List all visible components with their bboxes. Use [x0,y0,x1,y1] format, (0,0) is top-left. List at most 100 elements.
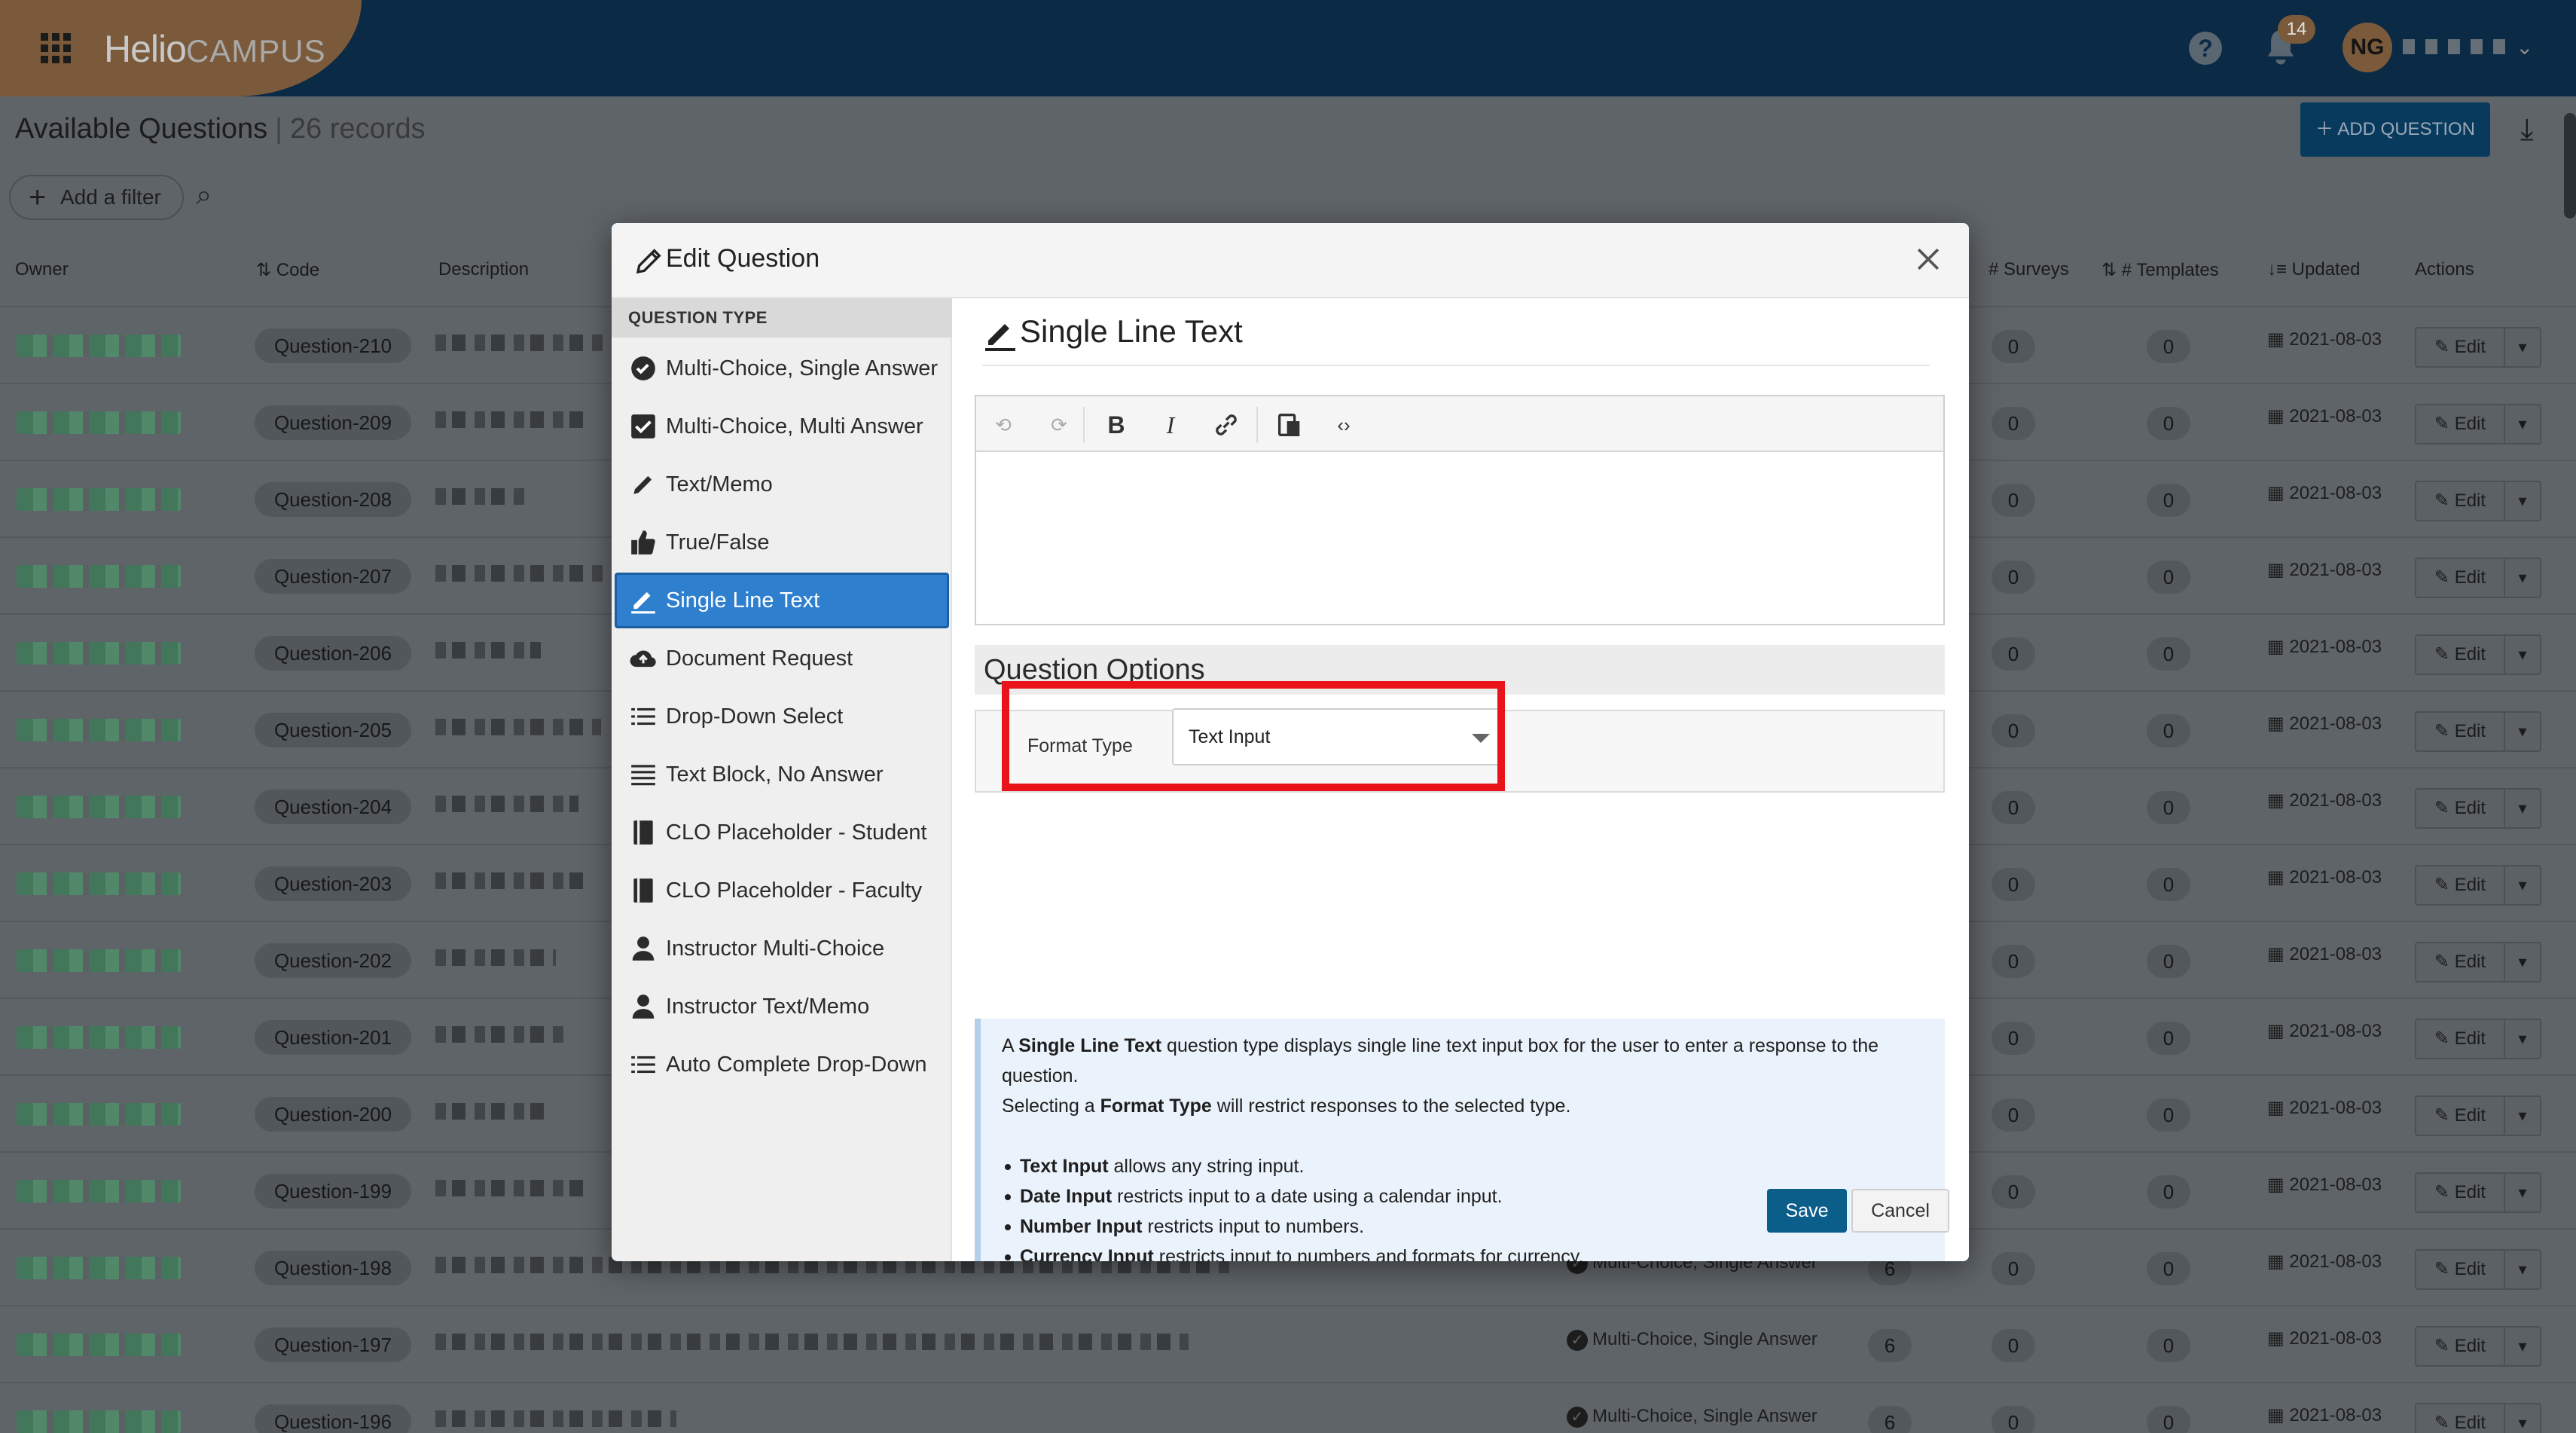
book-icon [633,878,653,903]
caret-down-icon[interactable]: ▾ [2505,1019,2541,1059]
caret-down-icon[interactable]: ▾ [2505,558,2541,598]
question-code[interactable]: Question-196 [255,1404,411,1433]
question-code[interactable]: Question-199 [255,1174,411,1208]
question-type-cell: ✓ Multi-Choice, Single Answer [1567,1329,1818,1351]
edit-button[interactable]: ✎ Edit [2415,865,2505,906]
close-icon[interactable] [1912,243,1945,276]
question-code[interactable]: Question-209 [255,405,411,440]
bold-icon[interactable]: B [1101,410,1131,440]
edit-button[interactable]: ✎ Edit [2415,1172,2505,1213]
edit-button[interactable]: ✎ Edit [2415,558,2505,598]
add-filter-button[interactable]: + Add a filter [9,175,184,220]
chevron-down-icon[interactable]: ⌄ [2516,35,2533,60]
undo-icon[interactable]: ⟲ [988,410,1018,440]
column-header-code[interactable]: ⇅ Code [256,259,319,281]
caret-down-icon[interactable]: ▾ [2505,942,2541,982]
question-type-item[interactable]: Document Request [615,631,949,686]
pencil-icon: ✎ [2434,952,2455,972]
question-code[interactable]: Question-204 [255,790,411,824]
cancel-button[interactable]: Cancel [1851,1189,1949,1233]
question-type-cell: ✓ Multi-Choice, Single Answer [1567,1406,1818,1428]
question-type-item[interactable]: Single Line Text [615,573,949,628]
question-type-item[interactable]: Multi-Choice, Single Answer [615,341,949,396]
brand-logo[interactable]: HelioCAMPUS [104,27,326,71]
caret-down-icon[interactable]: ▾ [2505,1172,2541,1213]
question-code[interactable]: Question-203 [255,866,411,901]
caret-down-icon[interactable]: ▾ [2505,404,2541,445]
question-type-item[interactable]: Instructor Multi-Choice [615,921,949,976]
column-header-description[interactable]: Description [438,259,529,280]
edit-button[interactable]: ✎ Edit [2415,1326,2505,1367]
user-name-redacted[interactable] [2403,39,2508,54]
surveys-count: 0 [1992,1252,2035,1285]
edit-button[interactable]: ✎ Edit [2415,634,2505,675]
question-type-item[interactable]: Auto Complete Drop-Down [615,1037,949,1092]
edit-button[interactable]: ✎ Edit [2415,481,2505,521]
edit-button[interactable]: ✎ Edit [2415,327,2505,368]
redo-icon[interactable]: ⟳ [1044,410,1074,440]
apps-grid-icon[interactable] [41,33,71,63]
column-header-owner[interactable]: Owner [15,259,69,280]
question-code[interactable]: Question-208 [255,482,411,517]
paste-icon[interactable] [1274,410,1305,440]
caret-down-icon[interactable]: ▾ [2505,481,2541,521]
question-code[interactable]: Question-210 [255,328,411,363]
question-code[interactable]: Question-200 [255,1097,411,1132]
caret-down-icon[interactable]: ▾ [2505,711,2541,752]
user-icon [632,995,655,1019]
question-type-label: True/False [666,530,770,555]
column-header-surveys[interactable]: # Surveys [1988,259,2069,280]
table-row[interactable]: Question-197 ✓ Multi-Choice, Single Answer… [0,1305,2576,1382]
description-redacted [435,488,526,505]
question-code[interactable]: Question-207 [255,559,411,594]
code-view-icon[interactable]: ‹› [1329,410,1359,440]
help-icon[interactable]: ? [2189,32,2222,65]
edit-button[interactable]: ✎ Edit [2415,1249,2505,1290]
question-type-panel: QUESTION TYPE Multi-Choice, Single Answe… [612,298,952,1261]
rich-text-editor[interactable]: ⟲ ⟳ B I ‹› [975,395,1945,625]
edit-button[interactable]: ✎ Edit [2415,711,2505,752]
question-code[interactable]: Question-202 [255,943,411,978]
calendar-icon: ▦ [2267,944,2290,964]
question-type-item[interactable]: True/False [615,515,949,570]
scrollbar[interactable] [2564,113,2576,218]
column-header-updated[interactable]: ↓≡ Updated [2267,259,2360,280]
edit-button[interactable]: ✎ Edit [2415,1019,2505,1059]
download-icon[interactable]: ⤓ [2520,113,2534,147]
caret-down-icon[interactable]: ▾ [2505,788,2541,829]
table-row[interactable]: Question-196 ✓ Multi-Choice, Single Answer… [0,1382,2576,1433]
question-code[interactable]: Question-205 [255,713,411,747]
search-icon[interactable]: ⌕ [196,179,212,212]
question-type-item[interactable]: Multi-Choice, Multi Answer [615,399,949,454]
caret-down-icon[interactable]: ▾ [2505,865,2541,906]
question-type-item[interactable]: CLO Placeholder - Student [615,805,949,860]
question-code[interactable]: Question-198 [255,1251,411,1285]
edit-button[interactable]: ✎ Edit [2415,404,2505,445]
question-code[interactable]: Question-197 [255,1328,411,1362]
caret-down-icon[interactable]: ▾ [2505,1403,2541,1433]
question-type-label: Text Block, No Answer [666,762,884,787]
edit-button[interactable]: ✎ Edit [2415,788,2505,829]
question-type-item[interactable]: Instructor Text/Memo [615,979,949,1034]
avatar[interactable]: NG [2343,23,2392,72]
caret-down-icon[interactable]: ▾ [2505,1249,2541,1290]
italic-icon[interactable]: I [1155,410,1186,440]
question-type-item[interactable]: Drop-Down Select [615,689,949,744]
link-icon[interactable] [1211,410,1241,440]
caret-down-icon[interactable]: ▾ [2505,1095,2541,1136]
edit-button[interactable]: ✎ Edit [2415,1095,2505,1136]
caret-down-icon[interactable]: ▾ [2505,327,2541,368]
question-type-item[interactable]: CLO Placeholder - Faculty [615,863,949,918]
question-type-item[interactable]: Text/Memo [615,457,949,512]
question-code[interactable]: Question-206 [255,636,411,671]
question-type-item[interactable]: Text Block, No Answer [615,747,949,802]
edit-button[interactable]: ✎ Edit [2415,1403,2505,1433]
add-question-button[interactable]: ＋ ADD QUESTION [2300,102,2490,157]
question-code[interactable]: Question-201 [255,1020,411,1055]
owner-redacted [17,1103,181,1126]
edit-button[interactable]: ✎ Edit [2415,942,2505,982]
caret-down-icon[interactable]: ▾ [2505,1326,2541,1367]
column-header-templates[interactable]: ⇅ # Templates [2101,259,2219,281]
save-button[interactable]: Save [1767,1189,1847,1233]
caret-down-icon[interactable]: ▾ [2505,634,2541,675]
